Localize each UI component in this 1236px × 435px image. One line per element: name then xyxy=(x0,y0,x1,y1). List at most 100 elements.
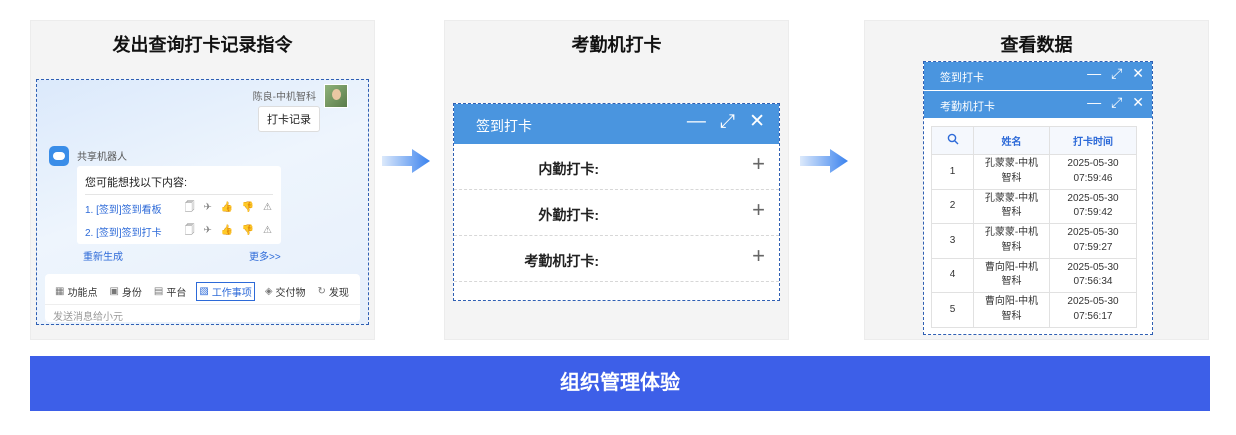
data-panel: 查看数据 签到打卡 — ⤢ ✕ 考勤机打卡 — ⤢ ✕ 姓名 打卡时间 1 孔蒙… xyxy=(864,20,1209,340)
message-input[interactable]: 发送消息给小元 xyxy=(53,308,123,323)
close-icon[interactable]: ✕ xyxy=(1132,66,1144,80)
time-text: 07:59:27 xyxy=(1073,241,1113,253)
date-text: 2025-05-30 xyxy=(1067,158,1119,170)
name-line: 孔蒙蒙-中机 xyxy=(984,192,1039,204)
more-link[interactable]: 更多>> xyxy=(249,248,281,263)
checkin-row[interactable]: 考勤机打卡: + xyxy=(454,236,779,282)
close-icon[interactable]: ✕ xyxy=(1132,95,1144,109)
banner-title: 组织管理体验 xyxy=(30,356,1210,411)
employee-name: 孔蒙蒙-中机 智科 xyxy=(973,154,1050,190)
feedback-icons[interactable]: 🗍 ✈ 👍 👎 ⚠ xyxy=(185,200,275,217)
minimize-icon[interactable]: — xyxy=(1087,95,1101,109)
date-text: 2025-05-30 xyxy=(1067,227,1119,239)
window-controls: — ⤢ ✕ xyxy=(1087,66,1144,80)
grid-icon: ▦ xyxy=(55,286,65,297)
name-line: 智科 xyxy=(1001,172,1022,184)
table-row[interactable]: 5 曹向阳-中机 智科 2025-05-30 07:56:17 xyxy=(931,292,1137,328)
checkin-time: 2025-05-30 07:56:17 xyxy=(1049,292,1137,328)
divider xyxy=(45,304,360,305)
time-text: 07:56:34 xyxy=(1073,276,1113,288)
table-header-row: 姓名 打卡时间 xyxy=(931,126,1137,155)
platform-icon: ▤ xyxy=(153,286,164,297)
divider xyxy=(85,194,273,195)
suggestion-link[interactable]: 2. [签到]签到打卡 xyxy=(85,224,162,239)
tool-label: 功能点 xyxy=(67,288,98,299)
tool-discover[interactable]: ↻ 发现 xyxy=(316,282,351,301)
chat-input-area: ▦ 功能点 ▣ 身份 ▤ 平台 ▧ 工作事项 ◈ 交付物 ↻ 发现 发送消息给小元 xyxy=(45,274,360,323)
time-text: 07:59:46 xyxy=(1073,172,1113,184)
name-line: 曹向阳-中机 xyxy=(984,296,1039,308)
date-text: 2025-05-30 xyxy=(1067,296,1119,308)
name-line: 曹向阳-中机 xyxy=(984,261,1039,273)
regenerate-link[interactable]: 重新生成 xyxy=(83,248,123,263)
checkin-window: 签到打卡 — ⤢ ✕ 内勤打卡: + 外勤打卡: + 考勤机打卡: + xyxy=(453,103,780,301)
table-row[interactable]: 2 孔蒙蒙-中机 智科 2025-05-30 07:59:42 xyxy=(931,188,1137,224)
row-index: 2 xyxy=(931,188,974,224)
plus-icon[interactable]: + xyxy=(752,199,765,221)
arrow-right-icon xyxy=(382,149,430,173)
row-index: 3 xyxy=(931,223,974,259)
work-item-icon: ▧ xyxy=(199,286,209,297)
refresh-icon: ↻ xyxy=(317,286,326,297)
column-header-name[interactable]: 姓名 xyxy=(973,126,1050,155)
panel-title: 发出查询打卡记录指令 xyxy=(112,35,293,55)
tool-work-item[interactable]: ▧ 工作事项 xyxy=(196,282,255,301)
table-row[interactable]: 4 曹向阳-中机 智科 2025-05-30 07:56:34 xyxy=(931,257,1137,293)
attendance-panel: 考勤机打卡 签到打卡 — ⤢ ✕ 内勤打卡: + 外勤打卡: + 考勤机打卡: … xyxy=(444,20,789,340)
feedback-icons[interactable]: 🗍 ✈ 👍 👎 ⚠ xyxy=(185,223,275,240)
checkin-time: 2025-05-30 07:59:46 xyxy=(1049,154,1137,190)
tool-function-point[interactable]: ▦ 功能点 xyxy=(53,282,99,301)
name-line: 智科 xyxy=(1001,241,1022,253)
checkin-time: 2025-05-30 07:59:27 xyxy=(1049,223,1137,259)
checkin-label: 考勤机打卡: xyxy=(524,253,599,269)
name-line: 智科 xyxy=(1001,207,1022,219)
tool-label: 工作事项 xyxy=(211,288,252,299)
records-table: 姓名 打卡时间 1 孔蒙蒙-中机 智科 2025-05-30 07:59:46 2 孔蒙蒙-… xyxy=(931,126,1137,328)
time-text: 07:56:17 xyxy=(1073,310,1113,322)
employee-name: 孔蒙蒙-中机 智科 xyxy=(973,188,1050,224)
panel-title: 考勤机打卡 xyxy=(571,35,662,55)
chat-window: 陈良-中机智科 打卡记录 共享机器人 您可能想找以下内容: 1. [签到]签到看… xyxy=(36,79,369,325)
name-line: 智科 xyxy=(1001,310,1022,322)
employee-name: 孔蒙蒙-中机 智科 xyxy=(973,223,1050,259)
data-window: 签到打卡 — ⤢ ✕ 考勤机打卡 — ⤢ ✕ 姓名 打卡时间 1 孔蒙蒙-中机 … xyxy=(923,61,1153,335)
window-title: 签到打卡 xyxy=(940,72,984,84)
user-message: 打卡记录 xyxy=(258,106,320,132)
row-index: 1 xyxy=(931,154,974,190)
bot-icon xyxy=(49,146,69,166)
window-header: 签到打卡 — ⤢ ✕ xyxy=(924,62,1152,90)
arrow-right-icon xyxy=(800,149,848,173)
close-icon[interactable]: ✕ xyxy=(749,112,765,131)
tool-identity[interactable]: ▣ 身份 xyxy=(107,282,143,301)
minimize-icon[interactable]: — xyxy=(1087,66,1101,80)
maximize-icon[interactable]: ⤢ xyxy=(1111,95,1122,109)
maximize-icon[interactable]: ⤢ xyxy=(720,112,735,131)
name-line: 孔蒙蒙-中机 xyxy=(984,227,1039,239)
checkin-row[interactable]: 内勤打卡: + xyxy=(454,144,779,190)
name-line: 孔蒙蒙-中机 xyxy=(984,158,1039,170)
maximize-icon[interactable]: ⤢ xyxy=(1111,66,1122,80)
column-header-time[interactable]: 打卡时间 xyxy=(1049,126,1137,155)
date-text: 2025-05-30 xyxy=(1067,261,1119,273)
tool-label: 平台 xyxy=(166,288,187,299)
plus-icon[interactable]: + xyxy=(752,245,765,267)
suggestion-link[interactable]: 1. [签到]签到看板 xyxy=(85,201,162,216)
tool-label: 交付物 xyxy=(275,288,306,299)
checkin-time: 2025-05-30 07:56:34 xyxy=(1049,257,1137,293)
minimize-icon[interactable]: — xyxy=(687,112,706,131)
table-row[interactable]: 3 孔蒙蒙-中机 智科 2025-05-30 07:59:27 xyxy=(931,223,1137,259)
checkin-row[interactable]: 外勤打卡: + xyxy=(454,190,779,236)
plus-icon[interactable]: + xyxy=(752,153,765,175)
window-title: 签到打卡 xyxy=(476,118,532,134)
tool-platform[interactable]: ▤ 平台 xyxy=(152,282,188,301)
avatar xyxy=(324,84,348,108)
search-icon[interactable] xyxy=(931,126,974,155)
checkin-time: 2025-05-30 07:59:42 xyxy=(1049,188,1137,224)
checkin-label: 内勤打卡: xyxy=(538,161,599,177)
table-row[interactable]: 1 孔蒙蒙-中机 智科 2025-05-30 07:59:46 xyxy=(931,154,1137,190)
row-index: 5 xyxy=(931,292,974,328)
tool-deliverable[interactable]: ◈ 交付物 xyxy=(263,282,308,301)
bot-name: 共享机器人 xyxy=(77,152,127,163)
employee-name: 曹向阳-中机 智科 xyxy=(973,257,1050,293)
name-line: 智科 xyxy=(1001,276,1022,288)
